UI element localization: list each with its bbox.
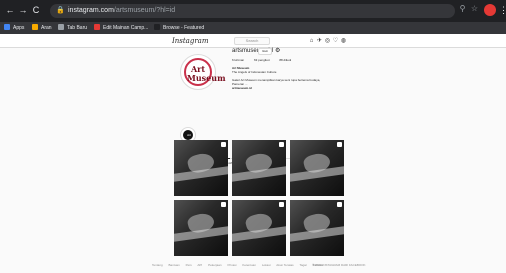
carousel-icon	[337, 142, 342, 147]
footer-link[interactable]: Pers	[186, 263, 192, 267]
footer-link[interactable]: Privasi	[227, 263, 236, 267]
carousel-icon	[279, 202, 284, 207]
bio-line: The Angels of Indonesian Culture	[232, 70, 277, 74]
explore-icon[interactable]: ◎	[324, 37, 331, 45]
carousel-icon	[337, 202, 342, 207]
footer-link[interactable]: Tagar	[299, 263, 307, 267]
footer-link[interactable]: Lokasi	[262, 263, 271, 267]
post-thumbnail[interactable]	[290, 140, 344, 196]
reload-icon[interactable]: C	[31, 5, 41, 15]
url-path: /artsmuseum/?hl=id	[113, 7, 176, 14]
menu-icon[interactable]: ⋮	[499, 4, 506, 16]
instagram-header: Instagram Search ⌂ ✈ ◎ ♡ ◍	[0, 34, 506, 48]
footer-link[interactable]: Bantuan	[169, 263, 180, 267]
site-icon	[154, 24, 160, 30]
footer-link[interactable]: API	[197, 263, 202, 267]
search-input[interactable]: Search	[234, 37, 270, 45]
followers-count[interactable]: 63 pengikut	[254, 58, 270, 62]
posts-count: 6 kiriman	[232, 58, 245, 62]
footer-link[interactable]: Ketentuan	[242, 263, 256, 267]
gear-icon[interactable]: ⚙	[275, 47, 282, 55]
globe-icon	[58, 24, 64, 30]
bookmark-star-icon[interactable]: ☆	[470, 4, 479, 14]
bookmark-apps[interactable]: Apps	[4, 23, 24, 33]
address-bar[interactable]: 🔒 instagram.com/artsmuseum/?hl=id	[50, 4, 455, 18]
bookmark-label: Tab Baru	[67, 25, 88, 31]
footer-link[interactable]: Akun Teratas	[276, 263, 293, 267]
bookmark-label: Aran	[41, 25, 52, 31]
footer-links: Tentang Bantuan Pers API Pekerjaan Priva…	[152, 263, 328, 267]
bookmark-browse-featured[interactable]: Browse - Featured	[154, 23, 204, 33]
lock-icon: 🔒	[56, 7, 65, 14]
profile-icon[interactable]: ◍	[340, 37, 347, 45]
direct-icon[interactable]: ✈	[316, 37, 323, 45]
home-icon[interactable]: ⌂	[308, 37, 315, 45]
browser-toolbar: ← → C 🔒 instagram.com/artsmuseum/?hl=id …	[0, 0, 506, 22]
bookmark-label: Browse - Featured	[163, 25, 205, 31]
carousel-icon	[279, 142, 284, 147]
post-thumbnail[interactable]	[232, 200, 286, 256]
footer-link[interactable]: Pekerjaan	[208, 263, 222, 267]
avatar-logo: Art Museum	[187, 64, 226, 83]
apps-icon	[4, 24, 10, 30]
forward-icon[interactable]: →	[18, 5, 28, 15]
highlight-cover-text: Art	[187, 133, 191, 137]
bookmark-aran[interactable]: Aran	[32, 23, 52, 33]
follow-button[interactable]: Ikuti	[258, 48, 272, 55]
copyright-text: © 2020 INSTAGRAM DARI FACEBOOK	[312, 263, 366, 267]
post-thumbnail[interactable]	[174, 140, 228, 196]
profile-avatar[interactable]	[484, 4, 496, 16]
url-text[interactable]: instagram.com/artsmuseum/?hl=id	[68, 6, 175, 16]
following-count[interactable]: 88 diikuti	[279, 58, 291, 62]
carousel-icon	[221, 142, 226, 147]
instagram-logo[interactable]: Instagram	[172, 35, 209, 47]
bookmark-tab-baru[interactable]: Tab Baru	[58, 23, 87, 33]
post-thumbnail[interactable]	[174, 200, 228, 256]
heart-icon[interactable]: ♡	[332, 37, 339, 45]
bio-link[interactable]: artmuseum.id	[232, 86, 252, 90]
url-host: instagram.com	[68, 7, 114, 14]
profile-avatar-large[interactable]: Art Museum	[180, 54, 226, 90]
folder-icon	[32, 24, 38, 30]
search-icon[interactable]: ⚲	[458, 4, 467, 14]
carousel-icon	[221, 202, 226, 207]
bookmark-edit-mainan[interactable]: Edit Mainan Camp...	[94, 23, 148, 33]
profile-stats: 6 kiriman 63 pengikut 88 diikuti	[232, 58, 300, 63]
post-thumbnail[interactable]	[232, 140, 286, 196]
back-icon[interactable]: ←	[5, 5, 15, 15]
post-thumbnail[interactable]	[290, 200, 344, 256]
bookmark-label: Apps	[13, 25, 25, 31]
bookmark-label: Edit Mainan Camp...	[103, 25, 149, 31]
footer-link[interactable]: Tentang	[152, 263, 163, 267]
youtube-icon	[94, 24, 100, 30]
bookmarks-bar: Apps Aran Tab Baru Edit Mainan Camp... B…	[0, 22, 506, 34]
